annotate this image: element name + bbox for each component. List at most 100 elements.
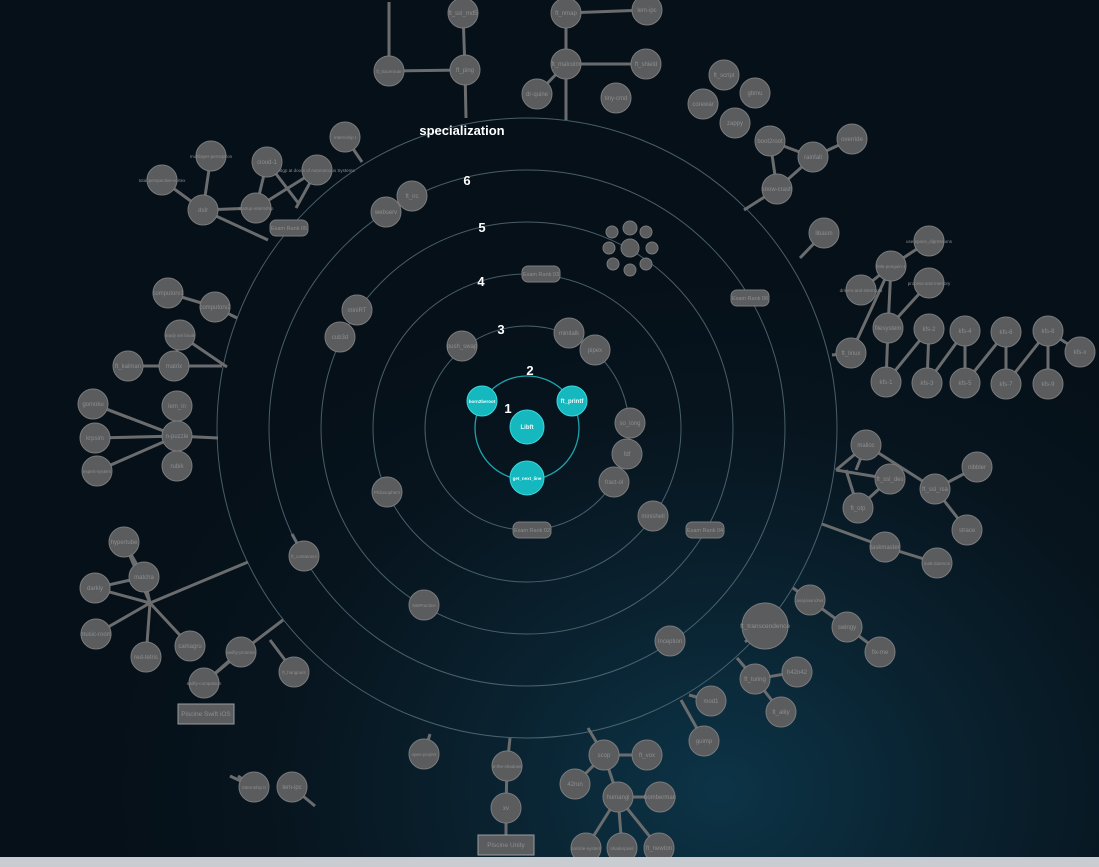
project-node-gomoku[interactable]: gomoku	[77, 388, 109, 420]
cluster-dot[interactable]	[639, 225, 653, 239]
project-node-startup[interactable]: startup-internship	[239, 192, 274, 224]
project-node-ft_nmap[interactable]: ft_nmap	[550, 0, 582, 29]
cluster-dot[interactable]	[639, 257, 653, 271]
project-node-filesystem[interactable]: filesystem	[872, 312, 904, 344]
project-node-bomberman[interactable]: bomberman	[644, 781, 676, 813]
project-node-camagru[interactable]: camagru	[174, 630, 206, 662]
project-node-unity_project[interactable]: in-the-shadows	[491, 750, 523, 782]
project-node-tiny_cmd[interactable]: tiny-cmd	[600, 82, 632, 114]
project-node-kfs2[interactable]: kfs-2	[913, 313, 945, 345]
project-node-ft_script[interactable]: ft_script	[708, 59, 740, 91]
project-node-multilayer[interactable]: multilayer-perceptron	[190, 140, 233, 172]
project-node-born2beroot[interactable]: born2beroot	[466, 385, 498, 417]
project-node-dslr[interactable]: dslr	[187, 194, 219, 226]
project-node-exam5[interactable]: Exam Rank 05	[269, 219, 309, 237]
project-node-ft_irc[interactable]: ft_irc	[396, 180, 428, 212]
project-node-dr_quine[interactable]: dr-quine	[521, 78, 553, 110]
project-node-ft_malcolm[interactable]: ft_malcolm	[550, 48, 582, 80]
project-node-little_penguin[interactable]: little-penguin-1	[875, 250, 907, 282]
project-node-lem_ipc2[interactable]: lem-ipc	[276, 771, 308, 803]
project-node-snow_crash[interactable]: snow-crash	[761, 173, 793, 205]
project-node-scop[interactable]: scop	[588, 739, 620, 771]
project-node-h42n42[interactable]: h42n42	[781, 656, 813, 688]
project-node-ft_otp[interactable]: ft_otp	[842, 492, 874, 524]
project-node-open_project[interactable]: open-project	[408, 738, 440, 770]
cluster-dot[interactable]	[622, 220, 638, 236]
project-node-kfs5[interactable]: kfs-5	[949, 367, 981, 399]
project-node-ft_kalman[interactable]: ft_kalman	[112, 350, 144, 382]
project-node-fixme[interactable]: fix-me	[864, 636, 896, 668]
project-node-kfs7[interactable]: kfs-7	[990, 368, 1022, 400]
project-node-ft_containers[interactable]: ft_containers	[288, 540, 320, 572]
project-node-kfs9[interactable]: kfs-9	[1032, 368, 1064, 400]
project-node-exam2[interactable]: Exam Rank 02	[512, 521, 552, 539]
project-node-ft_transcendence[interactable]: ft_transcendence	[740, 602, 790, 650]
project-node-avaj[interactable]: avaj-launcher	[794, 584, 826, 616]
project-node-x42run[interactable]: 42run	[559, 768, 591, 800]
project-node-taskmaster[interactable]: taskmaster	[869, 531, 901, 563]
project-node-override[interactable]: override	[836, 123, 868, 155]
project-node-mod1[interactable]: mod1	[695, 685, 727, 717]
project-node-push_swap[interactable]: push_swap	[446, 330, 478, 362]
project-node-swifty_proteins[interactable]: swifty-proteins	[225, 636, 257, 668]
project-node-krpsim[interactable]: krpsim	[79, 422, 111, 454]
project-node-ft_ssl_des[interactable]: ft_ssl_des	[874, 463, 906, 495]
project-node-ft_shield[interactable]: ft_shield	[630, 48, 662, 80]
project-node-kfs1[interactable]: kfs-1	[870, 366, 902, 398]
project-node-red_tetris[interactable]: red-tetris	[130, 641, 162, 673]
project-node-ft_printf[interactable]: ft_printf	[556, 385, 588, 417]
project-node-internship1[interactable]: Internship I	[329, 121, 361, 153]
project-node-hypertube[interactable]: hypertube	[108, 526, 140, 558]
project-node-exam3[interactable]: Exam Rank 03	[521, 265, 561, 283]
project-node-mallox[interactable]: malloc	[850, 429, 882, 461]
cluster-dot[interactable]	[645, 241, 659, 255]
cluster-dot[interactable]	[620, 238, 640, 258]
project-node-corewar2[interactable]: corewar	[687, 88, 719, 120]
project-node-lemipc[interactable]: lem-ipc	[631, 0, 663, 26]
project-node-kfs4[interactable]: kfs-4	[949, 315, 981, 347]
project-node-expert_system[interactable]: expert-system	[81, 455, 113, 487]
project-node-nibbler[interactable]: nibbler	[961, 451, 993, 483]
project-node-ft_hangouts[interactable]: ft_hangouts	[278, 656, 310, 688]
project-node-ready_set_boole[interactable]: ready set boole	[164, 319, 196, 351]
project-node-matrix[interactable]: matrix	[158, 350, 190, 382]
project-node-guimp[interactable]: guimp	[688, 725, 720, 757]
project-node-kfs3[interactable]: kfs-3	[911, 367, 943, 399]
cluster-dot[interactable]	[605, 225, 619, 239]
project-node-total_perspective[interactable]: total-perspective-vortex	[139, 164, 187, 196]
project-node-matcha[interactable]: matcha	[128, 561, 160, 593]
project-node-gbmu[interactable]: gbmu	[739, 77, 771, 109]
project-node-so_long[interactable]: so_long	[614, 407, 646, 439]
project-node-kfs6[interactable]: kfs-6	[990, 316, 1022, 348]
project-node-minishell[interactable]: minishell	[637, 500, 669, 532]
project-node-ft_ssl_rsa[interactable]: ft_ssl_rsa	[919, 473, 951, 505]
project-node-pipex[interactable]: pipex	[579, 334, 611, 366]
project-node-computorv1[interactable]: computorv1	[152, 277, 184, 309]
project-node-ft_ping[interactable]: ft_ping	[449, 54, 481, 86]
project-node-ft_traceroute[interactable]: ft_traceroute	[373, 55, 405, 87]
project-node-exam4[interactable]: Exam Rank 04	[685, 521, 725, 539]
project-node-ft_ality[interactable]: ft_ality	[765, 696, 797, 728]
project-node-internship2[interactable]: Internship II	[238, 771, 270, 803]
project-node-webserv[interactable]: webserv	[370, 196, 402, 228]
project-node-ft_linux[interactable]: ft_linux	[835, 337, 867, 369]
project-node-ft_ssl_md5[interactable]: ft_ssl_md5	[447, 0, 479, 29]
project-node-rainfall[interactable]: rainfall	[797, 141, 829, 173]
project-node-minirt[interactable]: miniRT	[341, 294, 373, 326]
project-node-netpractice[interactable]: NetPractice	[408, 589, 440, 621]
project-node-fdf[interactable]: fdf	[611, 438, 643, 470]
project-node-piscine_unity[interactable]: Piscine Unity	[477, 834, 535, 856]
project-node-process[interactable]: process-and-memory	[908, 267, 951, 299]
project-node-minitalk[interactable]: minitalk	[553, 317, 585, 349]
project-node-ft_turing[interactable]: ft_turing	[739, 663, 771, 695]
cluster-dot[interactable]	[623, 263, 637, 277]
project-node-computorv2[interactable]: computorv2	[199, 291, 231, 323]
project-node-libft[interactable]: Libft	[509, 409, 545, 445]
project-node-humangl[interactable]: humangl	[602, 781, 634, 813]
project-node-libasm[interactable]: libasm	[808, 217, 840, 249]
project-node-get_next_line[interactable]: get_next_line	[509, 460, 545, 496]
project-node-darkly2[interactable]: darkly	[79, 572, 111, 604]
project-node-cloud1[interactable]: cloud-1	[251, 146, 283, 178]
project-node-music_room[interactable]: music-room	[80, 618, 112, 650]
cluster-dot[interactable]	[602, 241, 616, 255]
